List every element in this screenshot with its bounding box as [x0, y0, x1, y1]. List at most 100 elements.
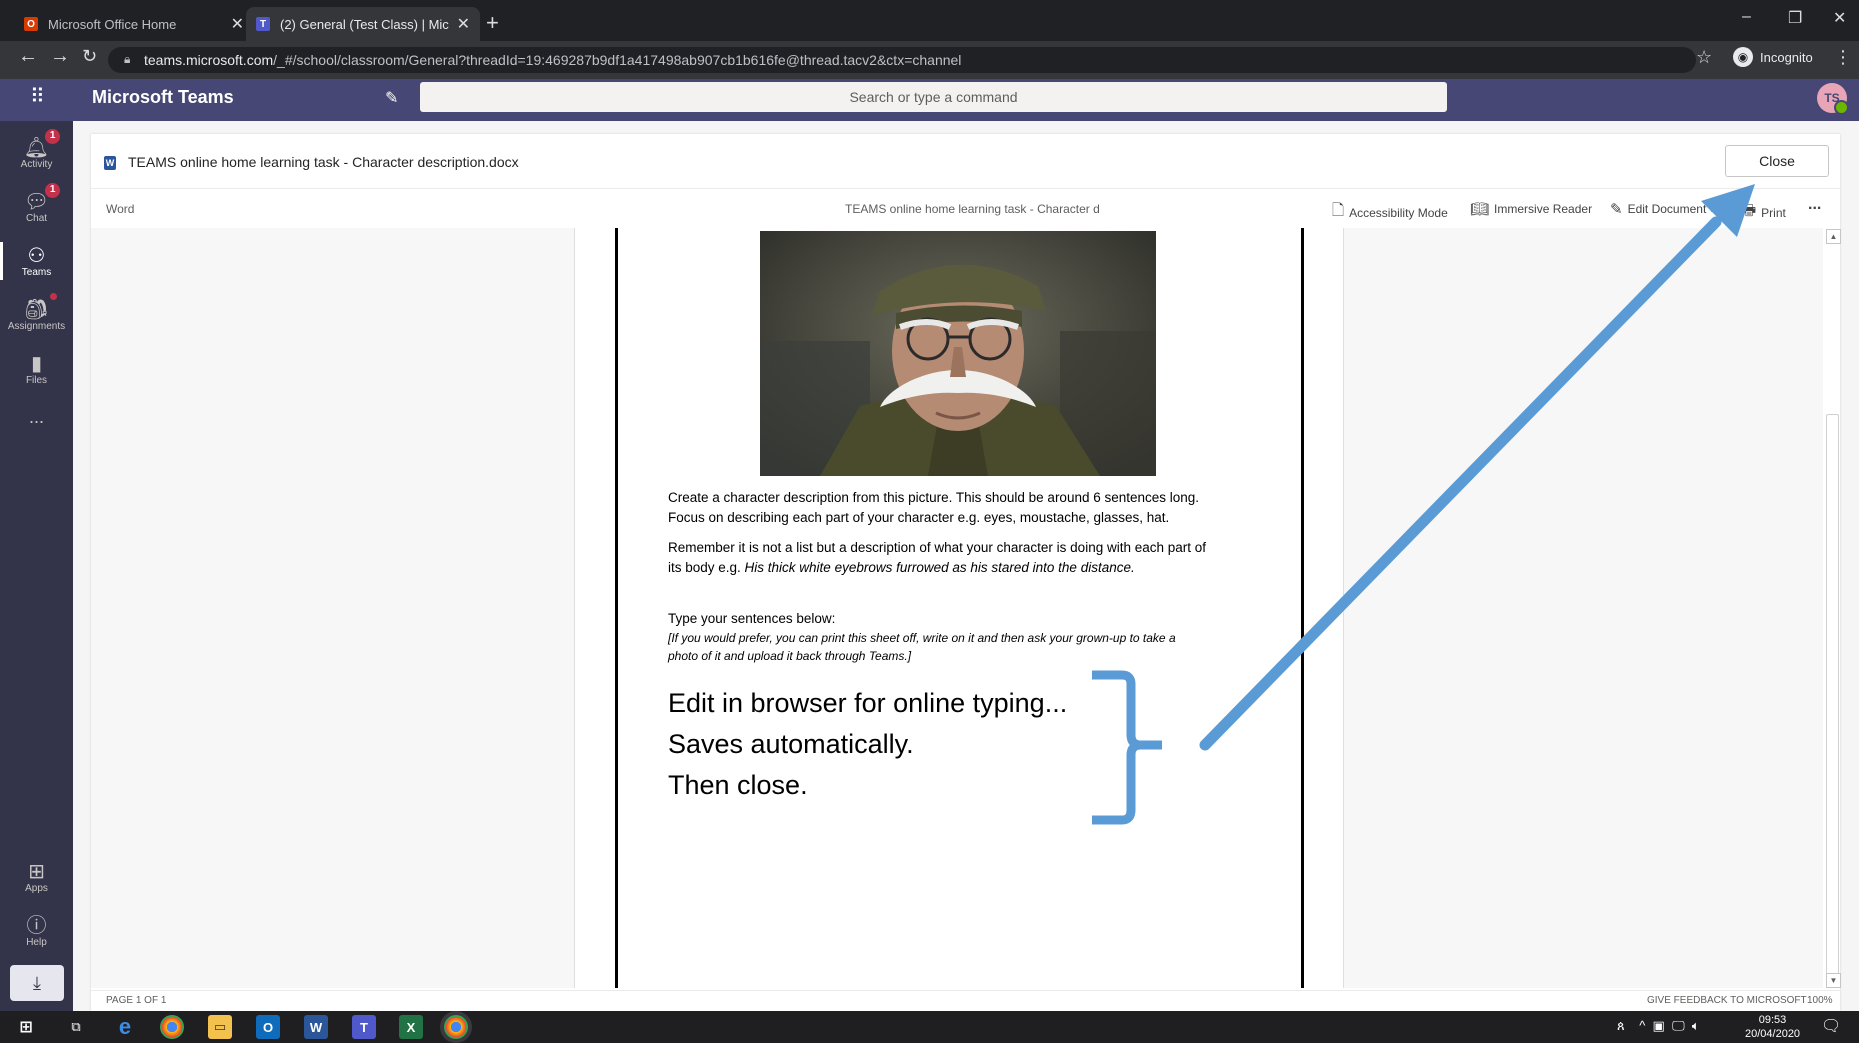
tab-title: (2) General (Test Class) | Microsoft Tea…: [280, 16, 449, 32]
app-launcher-icon[interactable]: ⠿: [30, 84, 45, 109]
browser-menu-icon[interactable]: ⋮: [1834, 47, 1852, 68]
close-button[interactable]: Close: [1725, 145, 1829, 177]
chrome-incognito-icon[interactable]: [444, 1015, 468, 1039]
clock-time: 09:53: [1758, 1014, 1787, 1026]
help-icon: ⓘ: [26, 914, 47, 937]
incognito-indicator[interactable]: ◉ Incognito: [1733, 47, 1813, 67]
rail-label: Files: [25, 374, 48, 386]
word-icon[interactable]: W: [304, 1015, 328, 1039]
notification-center-icon[interactable]: 🗨︎: [1821, 1016, 1841, 1036]
paragraph-remember: Remember it is not a list but a descript…: [668, 538, 1268, 578]
chrome-icon[interactable]: [160, 1015, 184, 1039]
reload-icon[interactable]: ↻: [82, 46, 97, 67]
printer-icon: 🖶︎: [1742, 202, 1757, 219]
dot-badge: [50, 292, 58, 300]
edit-document-button[interactable]: ✎ Edit Document ▾: [1610, 200, 1713, 218]
edit-document-label: Edit Document: [1627, 202, 1707, 216]
immersive-reader-button[interactable]: 📖︎ Immersive Reader: [1470, 200, 1592, 218]
text-line: photo of it and upload it back through T…: [668, 649, 912, 663]
rail-item-more[interactable]: ...: [0, 390, 73, 444]
print-button[interactable]: 🖶︎ Print: [1742, 200, 1786, 225]
rail-item-files[interactable]: ▮ Files: [0, 342, 73, 396]
browser-tab-teams[interactable]: T (2) General (Test Class) | Microsoft T…: [246, 7, 480, 41]
accessibility-label: Accessibility Mode: [1349, 205, 1448, 220]
browser-tab-office-home[interactable]: O Microsoft Office Home ✕: [14, 7, 254, 41]
word-file-icon: W: [104, 156, 116, 170]
task-view-icon[interactable]: ⧉: [64, 1015, 88, 1039]
rail-label: Help: [26, 936, 47, 948]
chevron-down-icon: ▾: [1709, 204, 1714, 214]
presence-icon: [1834, 100, 1849, 115]
avatar[interactable]: TS: [1817, 83, 1849, 115]
restore-icon[interactable]: ❐: [1788, 8, 1802, 28]
rail-label: Teams: [21, 266, 52, 278]
scroll-down-icon[interactable]: ▼: [1826, 973, 1841, 988]
document-title[interactable]: TEAMS online home learning task - Charac…: [845, 202, 1100, 216]
word-app-label: Word: [106, 202, 135, 216]
rail-label: Assignments: [7, 320, 66, 332]
search-input[interactable]: Search or type a command: [420, 82, 1447, 112]
assignments-icon: 🎒︎: [24, 292, 58, 321]
close-icon[interactable]: ✕: [231, 14, 244, 34]
volume-icon[interactable]: 🔈︎: [1692, 1018, 1700, 1033]
rail-label: Activity: [20, 158, 53, 170]
accessibility-icon: 🗋︎: [1332, 202, 1345, 219]
minimize-icon[interactable]: –: [1742, 8, 1751, 26]
apps-icon: ⊞: [28, 860, 45, 883]
page-border-right: [1301, 228, 1304, 988]
chat-icon: 💬︎ 1: [24, 182, 61, 213]
file-icon: ▮: [30, 352, 42, 375]
window-close-icon[interactable]: ✕: [1833, 8, 1846, 28]
scrollbar-thumb[interactable]: [1826, 414, 1839, 986]
tab-title: Microsoft Office Home: [48, 16, 177, 32]
bookmark-star-icon[interactable]: ☆: [1696, 47, 1712, 68]
rail-item-apps[interactable]: ⊞ Apps: [0, 850, 73, 904]
rail-item-chat[interactable]: 💬︎ 1 Chat: [0, 180, 73, 234]
feedback-link[interactable]: GIVE FEEDBACK TO MICROSOFT: [1647, 995, 1807, 1006]
windows-start-icon[interactable]: ⊞: [14, 1015, 38, 1039]
file-explorer-icon[interactable]: ▭: [208, 1015, 232, 1039]
teams-app-icon[interactable]: T: [352, 1015, 376, 1039]
big-instruction-line: Saves automatically.: [668, 729, 914, 759]
accessibility-mode-button[interactable]: 🗋︎ Accessibility Mode: [1332, 200, 1448, 225]
new-chat-icon[interactable]: ✎: [385, 88, 398, 108]
text-line: Focus on describing each part of your ch…: [668, 510, 1170, 525]
network-icon[interactable]: 🖵︎: [1672, 1018, 1685, 1033]
notification-badge: 1: [45, 182, 61, 198]
close-icon[interactable]: ✕: [457, 14, 470, 34]
rail-item-assignments[interactable]: 🎒︎ Assignments: [0, 288, 73, 342]
back-icon[interactable]: ←: [18, 45, 38, 68]
new-tab-icon[interactable]: +: [486, 10, 499, 36]
rail-item-help[interactable]: ⓘ Help: [0, 904, 73, 958]
people-icon[interactable]: ጰ: [1617, 1018, 1625, 1033]
url-text[interactable]: teams.microsoft.com/_#/school/classroom/…: [144, 52, 961, 68]
lock-icon[interactable]: 🔒︎: [124, 52, 130, 67]
pencil-icon: ✎: [1610, 201, 1623, 218]
zoom-level[interactable]: 100%: [1807, 995, 1833, 1006]
text-line: Create a character description from this…: [668, 490, 1200, 505]
edge-icon[interactable]: e: [113, 1014, 137, 1039]
canvas-margin-right: [1342, 228, 1823, 988]
paragraph-instructions: Create a character description from this…: [668, 488, 1268, 528]
more-icon: ...: [28, 406, 44, 427]
outlook-icon[interactable]: O: [256, 1015, 280, 1039]
clock[interactable]: 09:53 20/04/2020: [1745, 1013, 1800, 1041]
excel-icon[interactable]: X: [399, 1015, 423, 1039]
character-photo: [760, 231, 1156, 476]
incognito-icon: ◉: [1733, 47, 1753, 67]
system-tray[interactable]: ጰ ^ ▣ 🖵︎ 🔈︎: [1617, 1018, 1700, 1034]
forward-icon[interactable]: →: [50, 45, 70, 68]
scroll-up-icon[interactable]: ▲: [1826, 229, 1841, 244]
print-label: Print: [1761, 205, 1786, 220]
big-instruction-line: Then close.: [668, 770, 808, 800]
page-count: PAGE 1 OF 1: [106, 995, 167, 1006]
security-icon[interactable]: ▣: [1653, 1018, 1665, 1033]
rail-item-teams[interactable]: ⚇ Teams: [0, 234, 73, 288]
more-options-icon[interactable]: ...: [1808, 196, 1821, 214]
bell-icon: 🔔︎ 1: [24, 128, 61, 159]
canvas-margin-left: [91, 228, 574, 988]
rail-item-activity[interactable]: 🔔︎ 1 Activity: [0, 126, 73, 180]
chevron-up-icon[interactable]: ^: [1639, 1018, 1645, 1033]
download-app-icon[interactable]: ⤓: [10, 965, 64, 1001]
text-line: [If you would prefer, you can print this…: [668, 631, 1176, 645]
